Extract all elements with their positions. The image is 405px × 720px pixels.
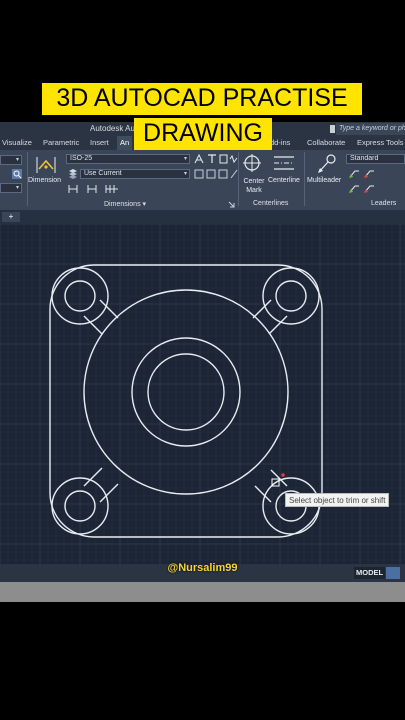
rib-line[interactable] xyxy=(99,299,119,319)
bore-inner-circle[interactable] xyxy=(147,353,225,431)
bolt-hole[interactable] xyxy=(64,280,96,312)
corner-boss[interactable] xyxy=(262,267,320,325)
command-prompt-tooltip: Select object to trim or shift xyxy=(285,493,390,507)
taskbar-strip xyxy=(0,582,405,602)
bolt-hole[interactable] xyxy=(275,280,307,312)
corner-boss[interactable] xyxy=(51,477,109,535)
hub-circle[interactable] xyxy=(83,289,289,495)
overlay-title-line2: DRAWING xyxy=(134,118,272,150)
rib-line[interactable] xyxy=(268,315,288,335)
rib-line[interactable] xyxy=(83,467,103,487)
snap-marker xyxy=(281,473,285,477)
watermark-text: @Nursalim99 xyxy=(167,562,238,574)
rib-line[interactable] xyxy=(99,483,119,503)
bolt-hole[interactable] xyxy=(64,490,96,522)
corner-boss[interactable] xyxy=(51,267,109,325)
rib-line[interactable] xyxy=(252,299,272,319)
rib-line[interactable] xyxy=(83,315,103,335)
overlay-title-line1: 3D AUTOCAD PRACTISE xyxy=(42,83,362,115)
